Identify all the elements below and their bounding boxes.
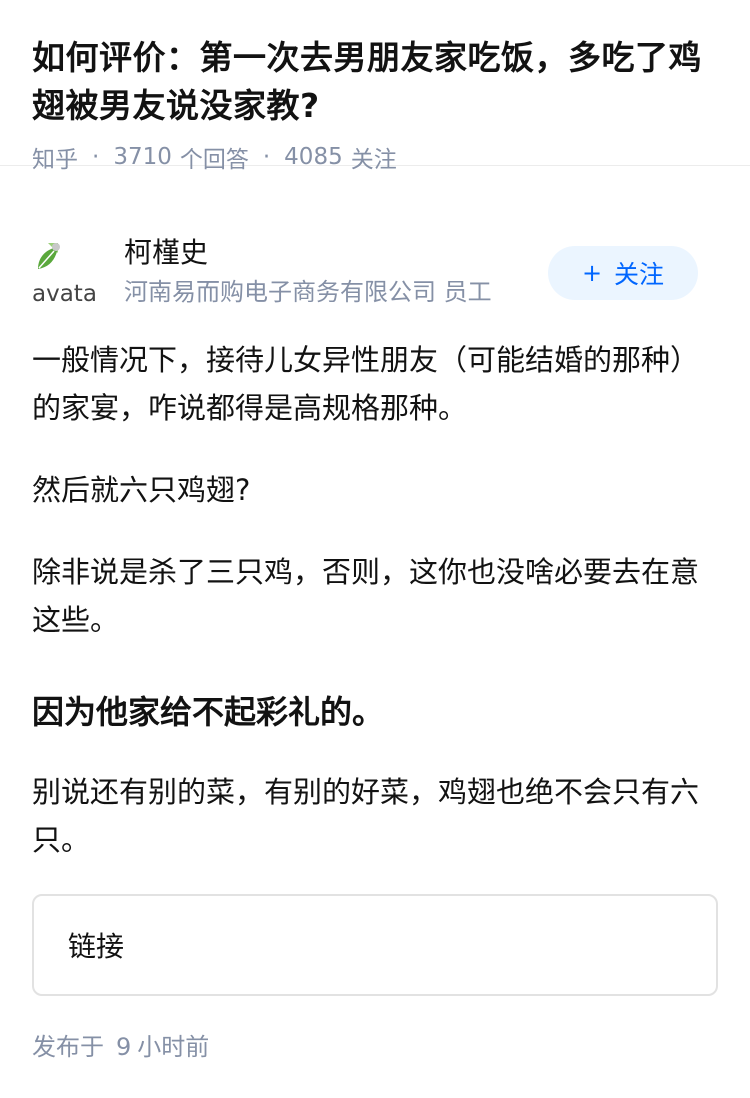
author-org: 河南易而购电子商务有限公司 员工 — [124, 278, 492, 306]
answer-paragraph: 一般情况下，接待儿女异性朋友（可能结婚的那种）的家宴，咋说都得是高规格那种。 — [32, 343, 700, 425]
meta-separator: · — [262, 144, 271, 170]
question-title[interactable]: 如何评价：第一次去男朋友家吃饭，多吃了鸡翅被男友说没家教? — [32, 34, 718, 130]
answer-heading: 因为他家给不起彩礼的。 — [32, 693, 385, 731]
link-card[interactable]: 链接 — [32, 894, 718, 996]
plus-icon: + — [581, 259, 603, 287]
follow-count: 4085 — [284, 144, 343, 170]
question-meta: 知乎 · 3710 个回答 · 4085 关注 — [32, 140, 718, 174]
avatar-alt-text: avatar — [32, 281, 98, 305]
follow-button-label: 关注 — [614, 260, 665, 289]
answers-count: 3710 — [113, 144, 172, 170]
broken-image-icon — [38, 243, 60, 269]
publish-prefix: 发布于 — [32, 1033, 104, 1061]
question-header: 如何评价：第一次去男朋友家吃饭，多吃了鸡翅被男友说没家教? 知乎 · 3710 … — [0, 0, 750, 173]
meta-separator: · — [92, 144, 100, 170]
link-card-label: 链接 — [68, 930, 125, 963]
author-row: avatar 柯槿史 河南易而购电子商务有限公司 员工 + 关注 — [32, 234, 718, 314]
source-label[interactable]: 知乎 — [32, 140, 78, 174]
follow-count-label[interactable]: 关注 — [351, 140, 397, 174]
author-name[interactable]: 柯槿史 — [124, 234, 208, 272]
publish-time: 发布于 9 小时前 — [32, 1030, 209, 1064]
answer-body: 一般情况下，接待儿女异性朋友（可能结婚的那种）的家宴，咋说都得是高规格那种。 然… — [32, 336, 718, 864]
avatar[interactable]: avatar — [32, 239, 98, 305]
publish-unit: 小时前 — [137, 1033, 210, 1061]
publish-number: 9 — [116, 1033, 132, 1061]
answers-label[interactable]: 个回答 — [180, 140, 249, 174]
follow-button[interactable]: + 关注 — [548, 246, 698, 300]
answer-paragraph: 然后就六只鸡翅? — [32, 473, 251, 507]
answer-paragraph: 别说还有别的菜，有别的好菜，鸡翅也绝不会只有六只。 — [32, 775, 700, 857]
answer-paragraph: 除非说是杀了三只鸡，否则，这你也没啥必要去在意这些。 — [32, 555, 700, 637]
